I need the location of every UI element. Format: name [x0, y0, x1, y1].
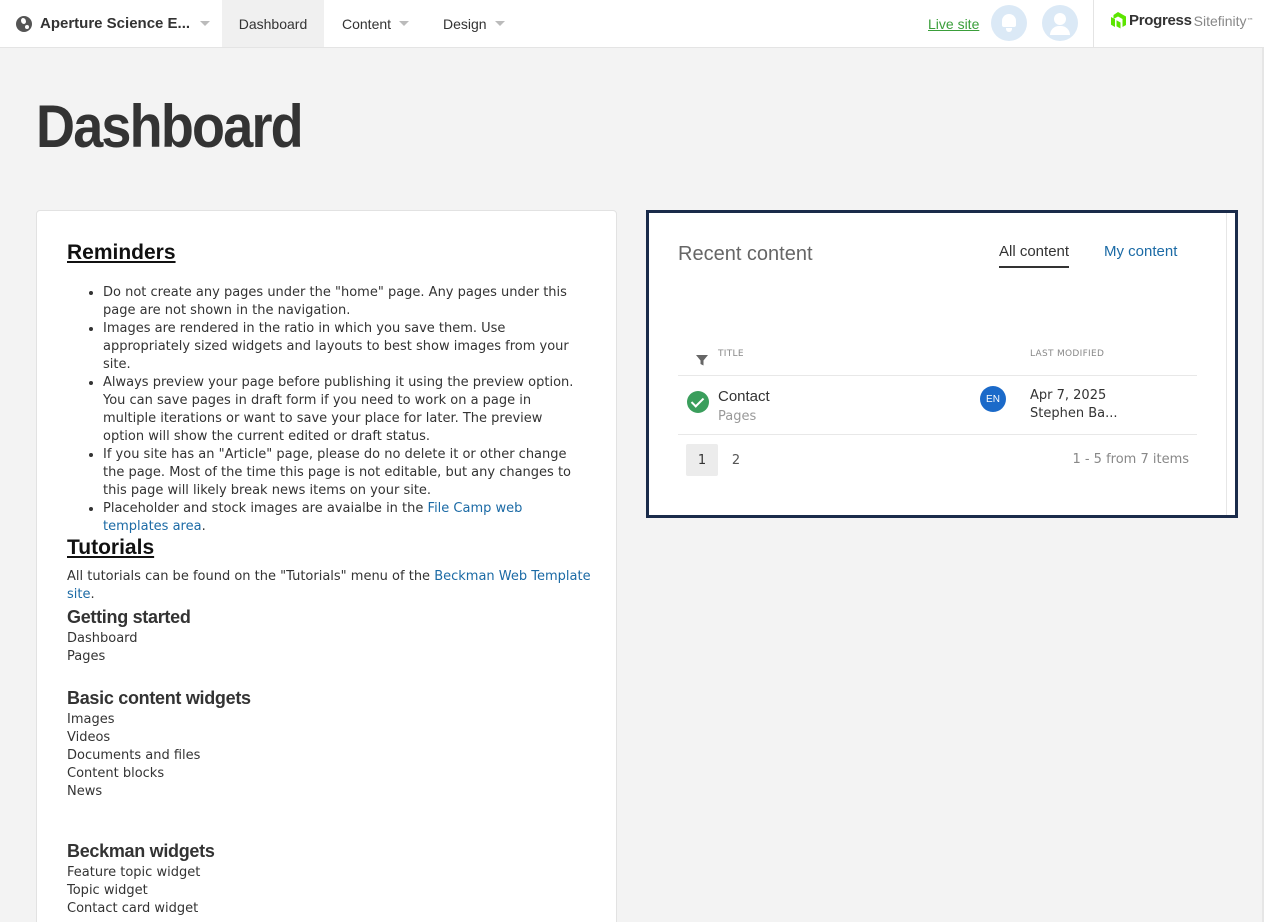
progress-sitefinity-logo: Progress Sitefinity ™	[1110, 12, 1254, 29]
pager-info: 1 - 5 from 7 items	[1072, 452, 1189, 467]
top-bar: Aperture Science E... Dashboard Content …	[0, 0, 1264, 48]
site-name: Aperture Science E...	[40, 15, 191, 32]
nav-dashboard-label: Dashboard	[238, 15, 308, 32]
brand-trademark: ™	[1246, 16, 1254, 25]
list-item: News	[67, 784, 103, 799]
divider	[678, 375, 1197, 376]
published-check-icon	[687, 391, 709, 413]
tutorials-intro-text: All tutorials can be found on the "Tutor…	[67, 569, 435, 584]
divider	[1093, 0, 1094, 47]
column-header-last-modified[interactable]: LAST MODIFIED	[1030, 349, 1104, 359]
progress-logo-icon	[1111, 12, 1126, 29]
filter-icon[interactable]	[695, 353, 709, 367]
globe-icon	[16, 15, 32, 32]
list-item-text: Placeholder and stock images are avaialb…	[103, 501, 428, 516]
content-type: Pages	[718, 409, 757, 424]
list-item: Pages	[67, 649, 106, 664]
language-badge: EN	[980, 386, 1006, 412]
list-item: If you site has an "Article" page, pleas…	[103, 446, 587, 500]
list-item: Dashboard	[67, 631, 138, 646]
chevron-down-icon	[399, 21, 410, 26]
modified-author: Stephen Ba...	[1030, 406, 1118, 421]
list-item: Feature topic widget	[67, 865, 201, 880]
info-panel: Reminders Do not create any pages under …	[36, 210, 617, 922]
page-title: Dashboard	[36, 93, 304, 160]
basic-widgets-list: Images Videos Documents and files Conten…	[67, 711, 200, 801]
notifications-button[interactable]	[991, 5, 1027, 41]
nav-content[interactable]: Content	[324, 0, 424, 47]
basic-widgets-heading: Basic content widgets	[67, 688, 251, 708]
getting-started-heading: Getting started	[67, 607, 191, 627]
list-item: Topic widget	[67, 883, 148, 898]
recent-content-panel: Recent content All content My content TI…	[646, 210, 1238, 518]
list-item-text: .	[201, 519, 206, 534]
list-item: Images	[67, 712, 115, 727]
site-selector[interactable]: Aperture Science E...	[0, 0, 222, 47]
modified-date: Apr 7, 2025	[1030, 388, 1107, 403]
beckman-widgets-heading: Beckman widgets	[67, 841, 215, 861]
tutorials-intro-text: .	[90, 587, 95, 602]
user-icon	[1050, 13, 1070, 35]
divider	[678, 434, 1197, 435]
pager-page-2[interactable]: 2	[728, 444, 744, 476]
pager-page-1[interactable]: 1	[686, 444, 718, 476]
nav-design[interactable]: Design	[424, 0, 520, 47]
list-item: Contact card widget	[67, 901, 199, 916]
brand-sitefinity: Sitefinity	[1193, 12, 1247, 29]
recent-content-title: Recent content	[678, 243, 813, 265]
user-menu-button[interactable]	[1042, 5, 1078, 41]
brand-progress: Progress	[1129, 12, 1192, 29]
nav-content-label: Content	[342, 15, 392, 32]
list-item: Do not create any pages under the "home"…	[103, 284, 587, 320]
reminders-heading: Reminders	[67, 241, 176, 264]
beckman-widgets-list: Feature topic widget Topic widget Contac…	[67, 864, 200, 918]
live-site-link[interactable]: Live site	[928, 16, 979, 32]
tab-my-content[interactable]: My content	[1104, 243, 1177, 260]
list-item: Images are rendered in the ratio in whic…	[103, 320, 587, 374]
bell-icon	[1002, 14, 1016, 32]
getting-started-list: Dashboard Pages	[67, 630, 138, 666]
list-item: Content blocks	[67, 766, 165, 781]
nav-design-label: Design	[443, 15, 487, 32]
tab-all-content[interactable]: All content	[999, 243, 1070, 268]
list-item: Always preview your page before publishi…	[103, 374, 587, 446]
chevron-down-icon	[200, 21, 211, 26]
column-header-title[interactable]: TITLE	[718, 349, 744, 359]
tutorials-heading: Tutorials	[67, 536, 155, 559]
list-item: Placeholder and stock images are avaialb…	[103, 500, 587, 536]
content-title-link[interactable]: Contact	[718, 388, 770, 405]
nav-dashboard[interactable]: Dashboard	[222, 0, 324, 47]
reminders-list: Do not create any pages under the "home"…	[67, 284, 587, 536]
divider	[1226, 213, 1227, 515]
chevron-down-icon	[494, 21, 505, 26]
list-item: Videos	[67, 730, 111, 745]
list-item: Documents and files	[67, 748, 201, 763]
tutorials-intro: All tutorials can be found on the "Tutor…	[67, 568, 607, 604]
